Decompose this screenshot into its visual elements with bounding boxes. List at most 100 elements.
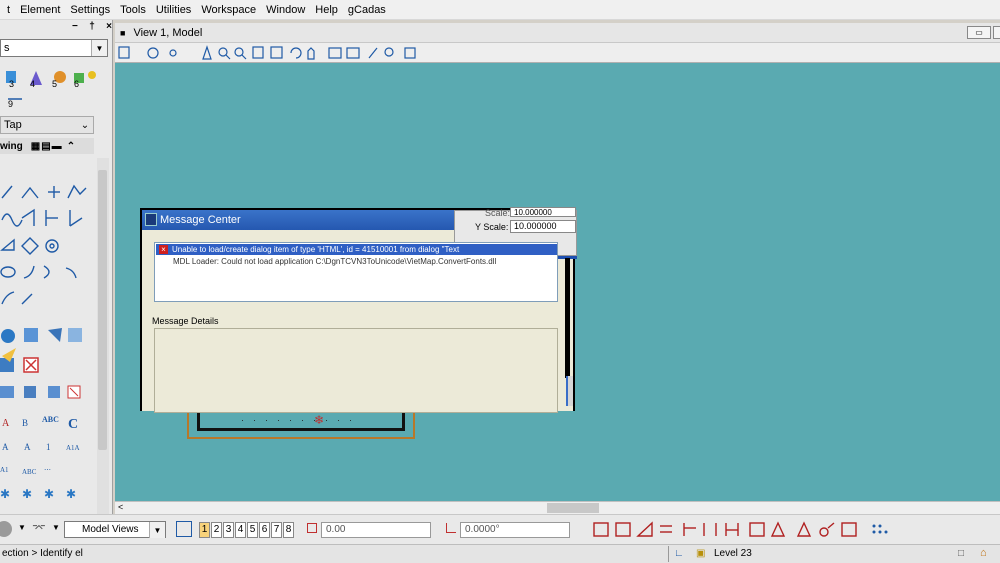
accudraw-icon[interactable]: ∟ — [674, 548, 684, 559]
section-label: wing — [0, 140, 23, 152]
drawing-section-header[interactable]: wing ▦▤▬ ⌃ — [0, 138, 94, 154]
svg-text:C: C — [68, 417, 78, 432]
menu-item-window[interactable]: Window — [261, 1, 310, 19]
message-center-dialog: Message Center Scale: 10.000000 Y Scale:… — [140, 207, 577, 413]
view-number-buttons: 1 2 3 4 5 6 7 8 — [199, 522, 295, 538]
active-level[interactable]: Level 23 — [714, 548, 752, 559]
left-tool-panel: − † × s ▼ 3 4 5 6 9 Tap ⌄ wing ▦▤▬ ⌃ A B… — [0, 20, 113, 514]
view-7-button[interactable]: 7 — [271, 522, 282, 538]
svg-text:A: A — [2, 418, 10, 429]
close-icon[interactable]: × — [106, 21, 112, 33]
distance-field[interactable]: 0.00 — [321, 522, 431, 538]
error-message-text: Unable to load/create dialog item of typ… — [172, 245, 460, 254]
svg-text:ABC: ABC — [22, 468, 37, 476]
menu-bar: t Element Settings Tools Utilities Works… — [0, 0, 1000, 20]
home-icon[interactable]: ⌂ — [980, 547, 987, 559]
view-8-button[interactable]: 8 — [283, 522, 294, 538]
view-control-icons[interactable] — [115, 43, 435, 63]
chevron-down-icon[interactable]: ▼ — [18, 523, 26, 532]
minimize-icon[interactable]: − — [72, 21, 78, 33]
status-bar: ection > Identify el ∟ ▣ Level 23 □ ⌂ — [0, 544, 1000, 563]
bottom-toolbar: ▼ ⌤ ▼ Model Views ▼ 1 2 3 4 5 6 7 8 0.00… — [0, 514, 1000, 544]
svg-text:✱: ✱ — [66, 487, 76, 501]
svg-text:5: 5 — [52, 79, 57, 89]
y-scale-field[interactable]: 10.000000 — [510, 220, 576, 233]
view-4-button[interactable]: 4 — [235, 522, 246, 538]
status-prompt: ection > Identify el — [2, 548, 83, 559]
chevron-down-icon[interactable]: ▼ — [91, 40, 107, 56]
save-status-icon[interactable]: □ — [958, 548, 964, 559]
drawing-frame: ·········· ❄ — [187, 409, 415, 439]
svg-text:✱: ✱ — [22, 487, 32, 501]
svg-text:⋯: ⋯ — [44, 466, 51, 474]
message-row-error[interactable]: × Unable to load/create dialog item of t… — [156, 244, 557, 255]
view-3-button[interactable]: 3 — [223, 522, 234, 538]
view-6-button[interactable]: 6 — [259, 522, 270, 538]
svg-text:6: 6 — [74, 79, 79, 89]
chevron-down-icon[interactable]: ▼ — [52, 523, 60, 532]
view-1-button[interactable]: 1 — [199, 522, 210, 538]
dialog-title-bar[interactable]: Message Center — [142, 210, 454, 230]
view-toolbar — [115, 43, 1000, 63]
svg-text:A: A — [2, 442, 9, 452]
tap-selector[interactable]: Tap ⌄ — [0, 116, 94, 134]
message-list[interactable]: × Unable to load/create dialog item of t… — [154, 242, 558, 302]
back-icon[interactable] — [0, 521, 12, 537]
task-icons-area: 3 4 5 6 9 — [0, 65, 110, 113]
dialog-title: Message Center — [160, 214, 241, 226]
drawing-element: ·········· ❄ — [197, 411, 405, 431]
dialog-edge — [565, 258, 570, 378]
menu-item-workspace[interactable]: Workspace — [196, 1, 261, 19]
view-mode-icon[interactable]: ▦▤▬ — [31, 141, 63, 152]
microstation-icon — [145, 213, 157, 226]
hscroll-thumb[interactable] — [547, 503, 599, 513]
view-title-bar: ■ View 1, Model ▭ — [115, 23, 1000, 43]
chevron-up-icon[interactable]: ⌃ — [67, 141, 75, 152]
snap-tools-icons[interactable] — [592, 520, 892, 540]
lock-icon[interactable]: ▣ — [696, 548, 705, 559]
message-row-info[interactable]: MDL Loader: Could not load application C… — [173, 257, 496, 266]
svg-text:4: 4 — [30, 79, 35, 89]
maximize-button[interactable] — [993, 26, 1000, 39]
pin-icon[interactable]: † — [89, 21, 95, 33]
view-groups-icon[interactable] — [176, 521, 192, 537]
svg-text:1: 1 — [46, 442, 51, 452]
drawing-tools-grid[interactable]: A B ABC C A A 1 A1A A1 ABC ⋯ ✱ ✱ ✱ ✱ — [0, 158, 96, 514]
restore-button[interactable]: ▭ — [967, 26, 991, 39]
view-2-button[interactable]: 2 — [211, 522, 222, 538]
menu-item-utilities[interactable]: Utilities — [151, 1, 196, 19]
tool-task-combo[interactable]: s ▼ — [0, 39, 108, 57]
distance-icon — [307, 523, 317, 533]
view-icon[interactable]: ■ — [120, 28, 125, 38]
cursor-icon: ❄ — [314, 413, 325, 427]
task-icons[interactable]: 3 4 5 6 9 — [0, 65, 110, 113]
menu-item-element[interactable]: Element — [15, 1, 65, 19]
scroll-left-icon[interactable]: < — [118, 502, 123, 512]
scroll-thumb[interactable] — [98, 170, 107, 450]
panel-controls: − † × — [72, 21, 112, 33]
view-title: View 1, Model — [133, 26, 203, 39]
status-divider — [668, 546, 669, 562]
dialog-body: Message Center Scale: 10.000000 Y Scale:… — [142, 207, 577, 413]
menu-item-settings[interactable]: Settings — [65, 1, 115, 19]
model-views-label: Model Views — [82, 524, 139, 535]
menu-item-gcadas[interactable]: gCadas — [343, 1, 391, 19]
menu-item-tools[interactable]: Tools — [115, 1, 151, 19]
x-scale-label: Scale: — [485, 208, 511, 218]
svg-text:9: 9 — [8, 99, 13, 109]
menu-item-partial[interactable]: t — [2, 1, 15, 19]
model-views-combo[interactable]: Model Views ▼ — [64, 521, 166, 538]
angle-field[interactable]: 0.0000° — [460, 522, 570, 538]
message-details-box[interactable] — [154, 328, 558, 413]
chevron-down-icon[interactable]: ⌄ — [77, 117, 93, 133]
combo-value: s — [4, 42, 10, 54]
left-panel-scrollbar[interactable] — [97, 158, 109, 514]
tap-label: Tap — [4, 119, 22, 131]
view-5-button[interactable]: 5 — [247, 522, 258, 538]
chevron-down-icon[interactable]: ▼ — [149, 522, 165, 538]
pointer-icon[interactable]: ⌤ — [32, 521, 46, 535]
view-horizontal-scrollbar[interactable]: < — [115, 501, 1000, 514]
dot-pattern: ·········· — [241, 415, 361, 425]
x-scale-field[interactable]: 10.000000 — [510, 207, 576, 217]
menu-item-help[interactable]: Help — [310, 1, 343, 19]
